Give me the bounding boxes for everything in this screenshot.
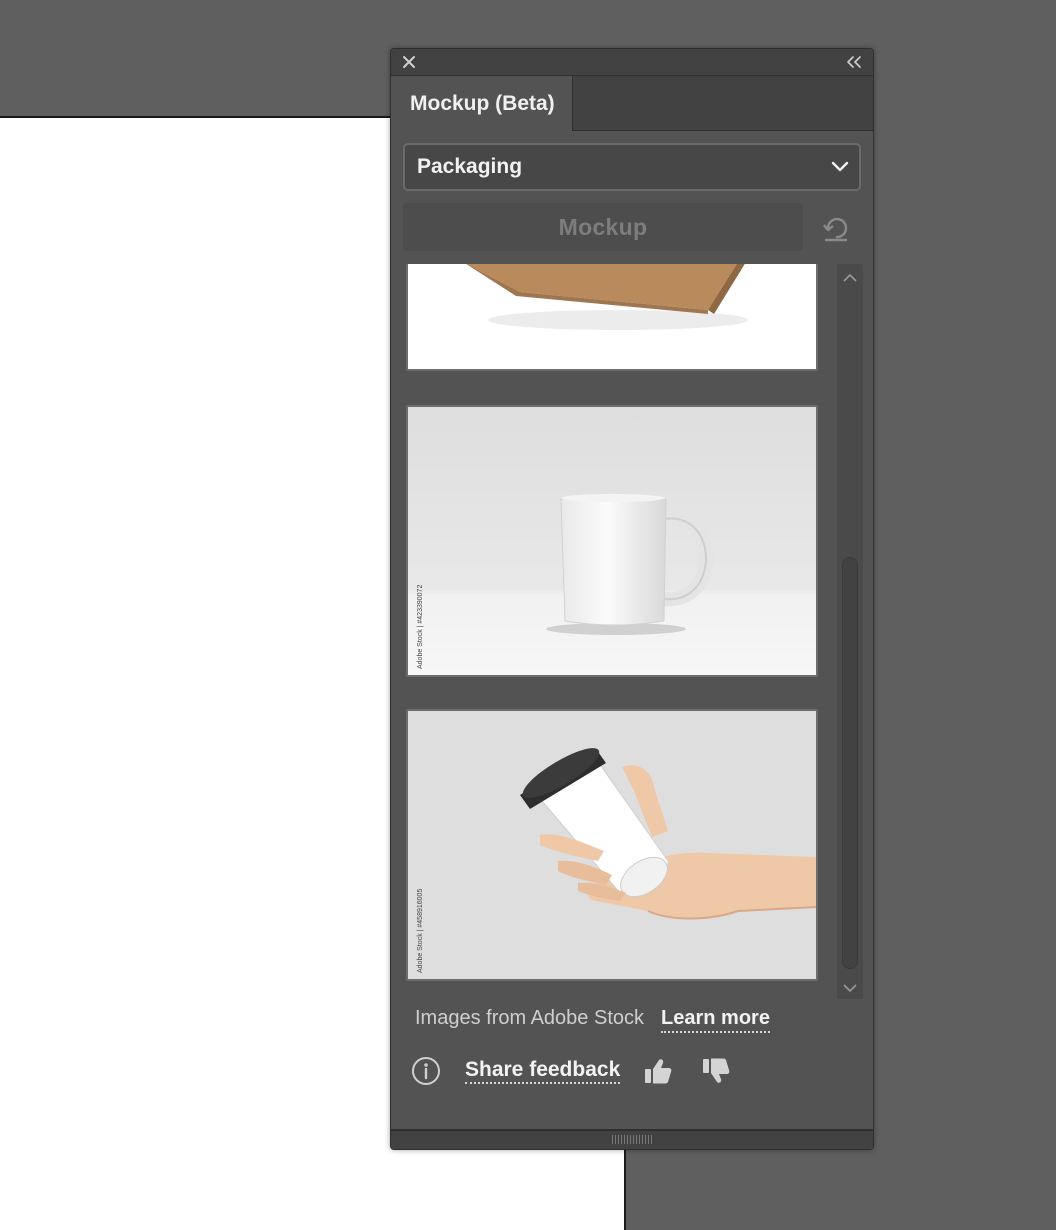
mug-stock-credit: Adobe Stock | #423390072: [417, 585, 424, 669]
panel-titlebar: [391, 49, 873, 76]
thumbnail-white-mug[interactable]: Adobe Stock | #423390072: [406, 405, 818, 677]
category-dropdown[interactable]: Packaging: [403, 143, 861, 191]
feedback-row: Share feedback: [411, 1053, 756, 1089]
tab-label: Mockup (Beta): [410, 91, 555, 115]
mockup-thumbnail-list[interactable]: Adobe Stock | #423390072 Adobe Stock | #…: [403, 264, 829, 999]
stock-attribution: Images from Adobe Stock Learn more: [415, 1007, 770, 1033]
panel-bottom-bar: [391, 1129, 873, 1149]
thumbs-down-icon[interactable]: [698, 1053, 734, 1089]
chevron-up-icon[interactable]: [837, 266, 863, 288]
scrollbar-thumb[interactable]: [842, 557, 858, 969]
mockup-button[interactable]: Mockup: [403, 203, 803, 251]
chevron-down-icon[interactable]: [837, 977, 863, 999]
thumbnail-scrollbar[interactable]: [837, 264, 863, 999]
panel-tabbar: Mockup (Beta): [391, 76, 873, 131]
thumbnail-coffee-cup-hand[interactable]: Adobe Stock | #458916005: [406, 709, 818, 981]
tab-mockup-beta[interactable]: Mockup (Beta): [391, 76, 573, 131]
mockup-button-label: Mockup: [558, 213, 648, 240]
learn-more-link[interactable]: Learn more: [661, 1007, 770, 1033]
reset-icon[interactable]: [821, 215, 851, 243]
resize-grip[interactable]: [612, 1135, 652, 1144]
mockup-panel: Mockup (Beta) Packaging Mockup Adobe Sto…: [390, 48, 874, 1150]
thumbnail-kraft-box[interactable]: [406, 264, 818, 371]
cup-stock-credit: Adobe Stock | #458916005: [417, 889, 424, 973]
close-icon[interactable]: [399, 52, 419, 72]
share-feedback-link[interactable]: Share feedback: [465, 1058, 621, 1084]
info-icon[interactable]: [411, 1056, 441, 1086]
stock-text: Images from Adobe Stock: [415, 1007, 645, 1029]
thumbs-up-icon[interactable]: [640, 1053, 676, 1089]
double-chevron-left-icon[interactable]: [843, 52, 865, 72]
category-selected-value: Packaging: [417, 155, 523, 178]
chevron-down-icon: [831, 161, 849, 173]
